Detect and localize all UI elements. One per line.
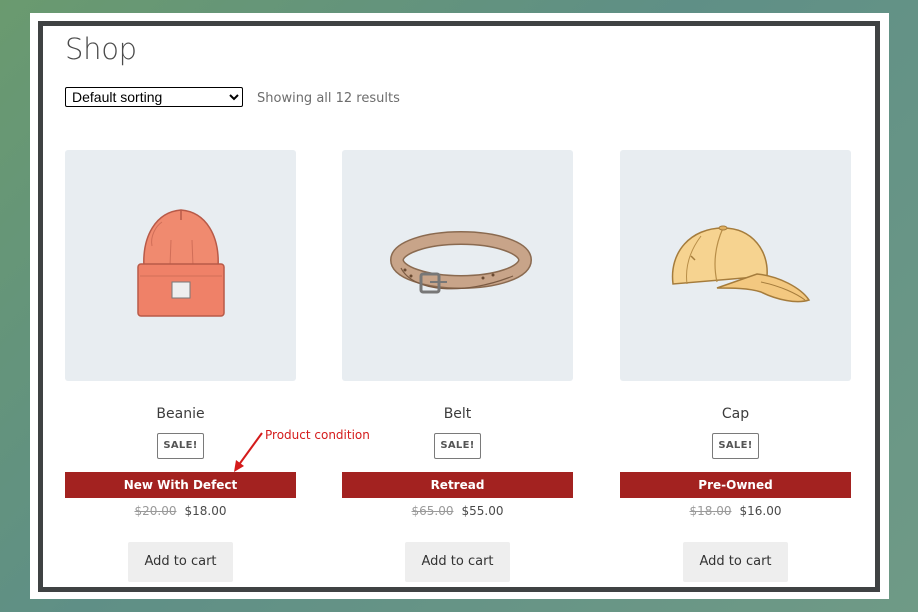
product-card-belt: Belt SALE! Retread $65.00 $55.00 Add to c… <box>342 150 573 582</box>
price-row: $20.00 $18.00 <box>65 503 296 519</box>
sale-badge: SALE! <box>712 433 759 459</box>
result-count: Showing all 12 results <box>257 91 400 106</box>
sale-price: $18.00 <box>184 504 227 518</box>
price-row: $18.00 $16.00 <box>620 503 851 519</box>
belt-icon <box>389 230 532 293</box>
beanie-icon <box>136 208 225 317</box>
original-price: $65.00 <box>411 504 454 518</box>
product-title[interactable]: Belt <box>342 405 573 423</box>
price-row: $65.00 $55.00 <box>342 503 573 519</box>
product-title[interactable]: Cap <box>620 405 851 423</box>
add-to-cart-button[interactable]: Add to cart <box>128 542 233 582</box>
sale-price: $55.00 <box>461 504 504 518</box>
add-to-cart-button[interactable]: Add to cart <box>405 542 510 582</box>
sale-price: $16.00 <box>739 504 782 518</box>
add-to-cart-button[interactable]: Add to cart <box>683 542 788 582</box>
original-price: $18.00 <box>689 504 732 518</box>
sort-dropdown[interactable]: Default sorting <box>65 87 243 107</box>
product-image[interactable] <box>65 150 296 381</box>
original-price: $20.00 <box>134 504 177 518</box>
annotation-label: Product condition <box>265 428 370 442</box>
sale-badge: SALE! <box>157 433 204 459</box>
page-title: Shop <box>65 32 137 66</box>
shop-page: Shop Default sorting Showing all 12 resu… <box>38 21 880 592</box>
product-card-beanie: Beanie SALE! New With Defect $20.00 $18.0… <box>65 150 296 582</box>
product-image[interactable] <box>620 150 851 381</box>
product-condition-label: Retread <box>342 472 573 498</box>
cap-icon <box>671 225 810 302</box>
product-card-cap: Cap SALE! Pre-Owned $18.00 $16.00 Add to … <box>620 150 851 582</box>
product-image[interactable] <box>342 150 573 381</box>
product-title[interactable]: Beanie <box>65 405 296 423</box>
product-condition-label: Pre-Owned <box>620 472 851 498</box>
arrow-icon <box>234 432 263 472</box>
sale-badge: SALE! <box>434 433 481 459</box>
